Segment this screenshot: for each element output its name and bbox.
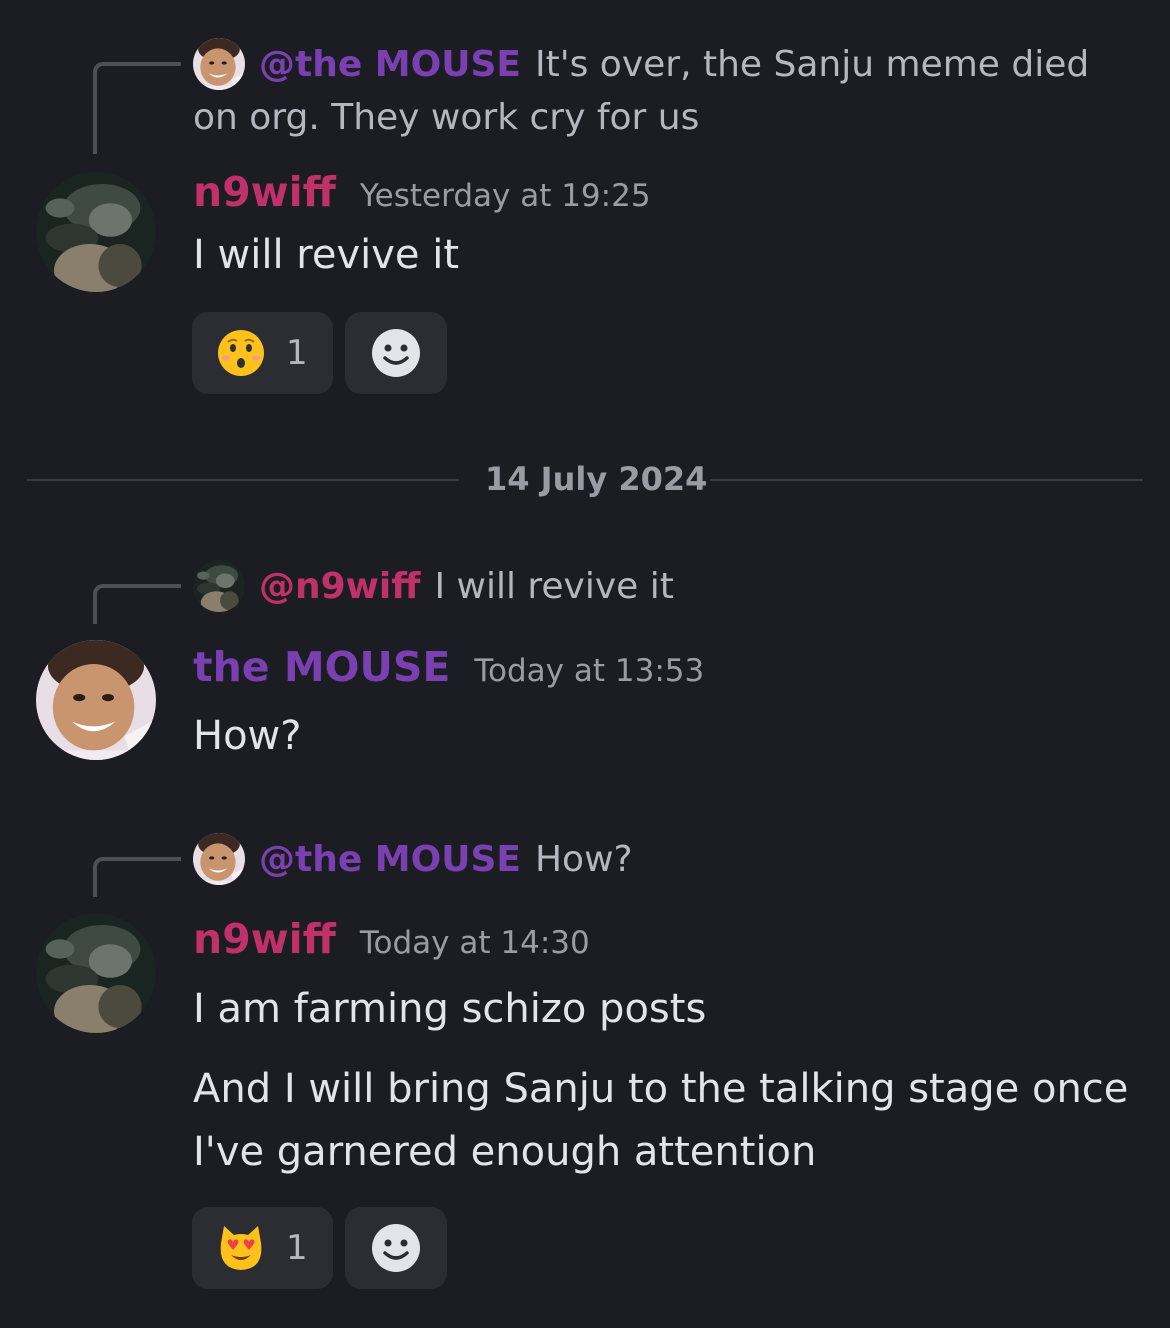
- reaction-count: 1: [286, 1228, 308, 1268]
- date-divider-line-left: [27, 479, 459, 481]
- avatar-the-mouse[interactable]: [36, 640, 156, 760]
- username[interactable]: n9wiff: [193, 915, 336, 963]
- reaction-heart-eyes-cat[interactable]: 1: [192, 1207, 333, 1289]
- reply-preview[interactable]: @n9wiff I will revive it: [259, 560, 674, 613]
- reply-mention[interactable]: @n9wiff: [259, 566, 420, 607]
- timestamp: Yesterday at 19:25: [359, 178, 651, 214]
- username[interactable]: n9wiff: [193, 168, 336, 216]
- avatar-n9wiff[interactable]: [36, 913, 156, 1033]
- reaction-count: 1: [286, 333, 308, 373]
- reaction-hushed[interactable]: 1: [192, 312, 333, 394]
- reply-avatar-n9wiff[interactable]: [193, 560, 245, 612]
- reply-snippet: I will revive it: [434, 566, 674, 607]
- hushed-face-emoji: [218, 330, 264, 376]
- date-divider-label: 14 July 2024: [485, 460, 708, 498]
- reply-preview[interactable]: @the MOUSE It's over, the Sanju meme died…: [193, 38, 1123, 144]
- reply-mention[interactable]: @the MOUSE: [259, 44, 521, 85]
- message-header: n9wiff Today at 14:30: [193, 915, 590, 963]
- message-text: How?: [193, 713, 302, 759]
- message-text: I will revive it: [193, 232, 460, 278]
- reply-connector: [93, 62, 181, 154]
- message-text: I am farming schizo posts: [193, 986, 707, 1032]
- timestamp: Today at 13:53: [474, 653, 705, 689]
- heart-eyes-cat-emoji: [220, 1226, 262, 1270]
- message-text: And I will bring Sanju to the talking st…: [193, 1066, 1129, 1175]
- add-reaction-icon: [372, 1224, 420, 1272]
- add-reaction-button[interactable]: [345, 312, 447, 394]
- reply-snippet: How?: [534, 839, 633, 880]
- avatar-n9wiff[interactable]: [36, 172, 156, 292]
- add-reaction-button[interactable]: [345, 1207, 447, 1289]
- reply-avatar-the-mouse[interactable]: [193, 833, 245, 885]
- reply-connector: [93, 584, 181, 624]
- timestamp: Today at 14:30: [359, 925, 590, 961]
- reply-connector: [93, 857, 181, 897]
- username[interactable]: the MOUSE: [193, 643, 450, 691]
- add-reaction-icon: [372, 329, 420, 377]
- date-divider-line-right: [710, 479, 1143, 481]
- reply-mention[interactable]: @the MOUSE: [259, 839, 521, 880]
- reply-preview[interactable]: @the MOUSE How?: [259, 833, 633, 886]
- message-header: n9wiff Yesterday at 19:25: [193, 168, 651, 216]
- message-header: the MOUSE Today at 13:53: [193, 643, 704, 691]
